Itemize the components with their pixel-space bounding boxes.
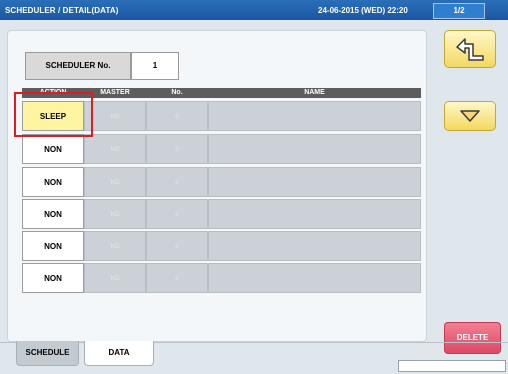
down-triangle-icon	[460, 110, 480, 122]
number-cell[interactable]: 0	[146, 101, 208, 131]
page-indicator: 1/2	[433, 3, 485, 19]
action-cell[interactable]: NON	[22, 263, 84, 293]
action-cell[interactable]: SLEEP	[22, 101, 84, 131]
delete-button[interactable]: DELETE	[444, 322, 501, 354]
table-header: ACTION MASTER No. NAME	[22, 88, 421, 98]
number-cell[interactable]: 0	[146, 167, 208, 197]
master-cell[interactable]: NO	[84, 101, 146, 131]
name-cell[interactable]	[208, 231, 421, 261]
master-cell[interactable]: NO	[84, 263, 146, 293]
scheduler-no-label: SCHEDULER No.	[25, 52, 131, 80]
column-master-header: MASTER	[100, 89, 130, 96]
name-cell[interactable]	[208, 199, 421, 229]
master-cell[interactable]: NO	[84, 231, 146, 261]
name-cell[interactable]	[208, 134, 421, 164]
table-row: NON NO 0	[22, 134, 421, 164]
status-field	[398, 360, 506, 372]
table-row: NON NO 0	[22, 263, 421, 293]
name-cell[interactable]	[208, 263, 421, 293]
tab-schedule[interactable]: SCHEDULE	[16, 341, 79, 366]
table-row: NON NO 0	[22, 167, 421, 197]
name-cell[interactable]	[208, 167, 421, 197]
action-cell[interactable]: NON	[22, 231, 84, 261]
date-time: 24-06-2015 (WED) 22:20	[318, 6, 408, 15]
action-cell[interactable]: NON	[22, 167, 84, 197]
scroll-down-button[interactable]	[444, 101, 496, 131]
tab-data[interactable]: DATA	[84, 341, 154, 366]
number-cell[interactable]: 0	[146, 263, 208, 293]
screen-title: SCHEDULER / DETAIL(DATA)	[5, 6, 119, 15]
column-name-header: NAME	[304, 89, 325, 96]
table-row: NON NO 0	[22, 231, 421, 261]
master-cell[interactable]: NO	[84, 199, 146, 229]
number-cell[interactable]: 0	[146, 199, 208, 229]
title-bar: SCHEDULER / DETAIL(DATA) 24-06-2015 (WED…	[0, 0, 508, 20]
column-no-header: No.	[171, 89, 183, 96]
number-cell[interactable]: 0	[146, 231, 208, 261]
action-cell[interactable]: NON	[22, 199, 84, 229]
column-action-header: ACTION	[39, 89, 67, 96]
table-row: SLEEP NO 0	[22, 101, 421, 131]
back-button[interactable]	[444, 30, 496, 68]
name-cell[interactable]	[208, 101, 421, 131]
number-cell[interactable]: 0	[146, 134, 208, 164]
screen: SCHEDULER / DETAIL(DATA) 24-06-2015 (WED…	[0, 0, 508, 374]
table-row: NON NO 0	[22, 199, 421, 229]
return-arrow-icon	[456, 38, 484, 61]
action-cell[interactable]: NON	[22, 134, 84, 164]
scheduler-no-field[interactable]: 1	[131, 52, 179, 80]
master-cell[interactable]: NO	[84, 167, 146, 197]
master-cell[interactable]: NO	[84, 134, 146, 164]
